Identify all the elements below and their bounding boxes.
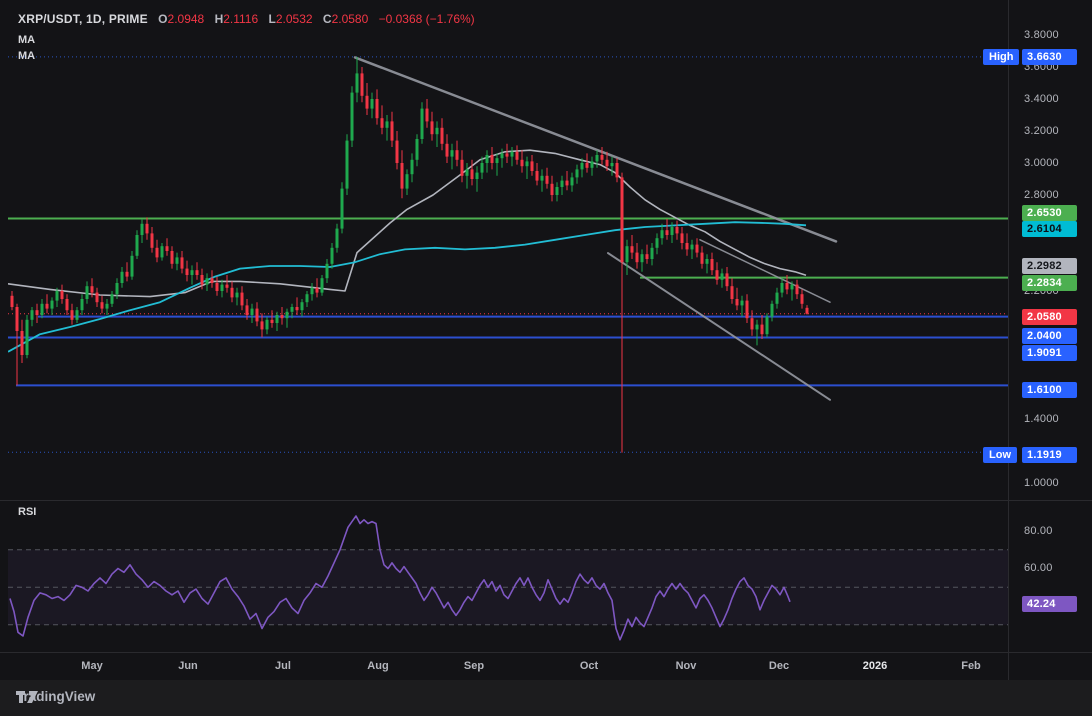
symbol-title[interactable]: XRP/USDT, 1D, PRIME [18, 12, 148, 26]
price-badge[interactable]: 2.2834 [1022, 275, 1077, 291]
open-value: 2.0948 [168, 12, 205, 26]
low-label: L [269, 12, 276, 26]
tradingview-logo-icon [16, 689, 40, 705]
price-badge[interactable]: 2.6530 [1022, 205, 1077, 221]
close-value: 2.0580 [332, 12, 369, 26]
price-badge[interactable]: 1.1919 [1022, 447, 1077, 463]
tradingview-brand[interactable]: TradingView [16, 689, 95, 704]
time-axis[interactable]: May Jun Jul Aug Sep Oct Nov Dec 2026 Feb [8, 652, 1008, 680]
close-label: C [323, 12, 332, 26]
time-axis-label[interactable]: Dec [769, 660, 789, 672]
price-badge[interactable]: 2.2982 [1022, 258, 1077, 274]
time-axis-label[interactable]: Jul [275, 660, 291, 672]
price-axis-tick: 1.4000 [1024, 413, 1059, 425]
time-axis-label[interactable]: Sep [464, 660, 484, 672]
time-axis-label[interactable]: Jun [178, 660, 198, 672]
ma-legend-2[interactable]: MA [18, 50, 35, 62]
time-axis-label[interactable]: Nov [676, 660, 697, 672]
trendline[interactable] [608, 253, 830, 400]
tradingview-chart-window: RSI XRP/USDT, 1D, PRIME O2.0948 H2.1116 … [0, 0, 1092, 716]
time-axis-label[interactable]: Feb [961, 660, 981, 672]
price-axis-tick: 60.00 [1024, 562, 1053, 574]
time-axis-label[interactable]: 2026 [863, 660, 887, 672]
price-badge[interactable]: 2.0400 [1022, 328, 1077, 344]
brand-bar: TradingView [0, 680, 1092, 716]
price-axis-tick: 3.2000 [1024, 125, 1059, 137]
ma-line-cyan[interactable] [8, 222, 806, 352]
trendline[interactable] [700, 240, 830, 302]
ma-legend-1[interactable]: MA [18, 34, 35, 46]
symbol-legend[interactable]: XRP/USDT, 1D, PRIME O2.0948 H2.1116 L2.0… [18, 12, 475, 26]
time-axis-label[interactable]: Oct [580, 660, 598, 672]
high-label: H [215, 12, 224, 26]
high-value: 2.1116 [223, 12, 258, 26]
price-badge[interactable]: 2.0580 [1022, 309, 1077, 325]
chart-area[interactable]: RSI XRP/USDT, 1D, PRIME O2.0948 H2.1116 … [0, 0, 1092, 680]
rsi-chart[interactable] [8, 500, 1008, 652]
price-axis-tick: 3.4000 [1024, 93, 1059, 105]
pane-separator[interactable] [0, 500, 1092, 501]
price-badge[interactable]: 42.24 [1022, 596, 1077, 612]
price-badge[interactable]: 1.6100 [1022, 382, 1077, 398]
price-axis-tick: 3.8000 [1024, 29, 1059, 41]
low-marker-label: Low [983, 447, 1017, 463]
candles[interactable] [11, 57, 809, 453]
high-marker-label: High [983, 49, 1019, 65]
time-axis-label[interactable]: May [81, 660, 102, 672]
time-axis-label[interactable]: Aug [367, 660, 388, 672]
low-value: 2.0532 [276, 12, 313, 26]
rsi-pane[interactable]: RSI [8, 500, 1008, 652]
price-axis-tick: 1.0000 [1024, 477, 1059, 489]
price-pane[interactable] [8, 0, 1008, 500]
price-axis-tick: 3.0000 [1024, 157, 1059, 169]
open-label: O [158, 12, 167, 26]
candlestick-chart[interactable] [8, 0, 1008, 500]
price-badge[interactable]: 3.6630 [1022, 49, 1077, 65]
change-value: −0.0368 (−1.76%) [379, 12, 475, 26]
price-axis-tick: 2.8000 [1024, 189, 1059, 201]
trendline[interactable] [355, 57, 836, 241]
price-axis[interactable]: 3.80003.60003.40003.20003.00002.80002.20… [1009, 0, 1092, 680]
price-badge[interactable]: 2.6104 [1022, 221, 1077, 237]
rsi-indicator-label[interactable]: RSI [18, 506, 36, 518]
price-axis-tick: 80.00 [1024, 525, 1053, 537]
price-badge[interactable]: 1.9091 [1022, 345, 1077, 361]
